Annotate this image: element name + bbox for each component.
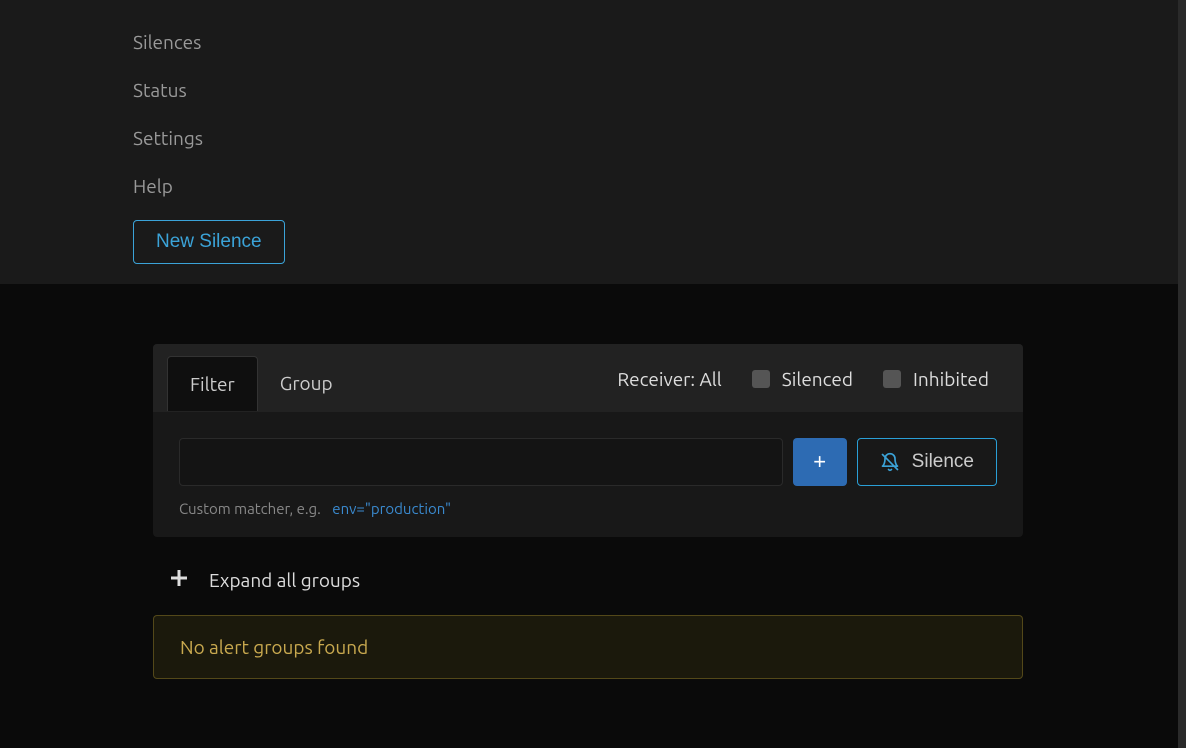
silenced-label: Silenced [782,368,853,390]
nav-status[interactable]: Status [133,66,1186,114]
new-silence-button[interactable]: New Silence [133,220,285,264]
matcher-hint: Custom matcher, e.g. env="production" [179,500,997,517]
receiver-label[interactable]: Receiver: All [617,368,721,390]
filter-panel: Filter Group Receiver: All Silenced Inhi… [153,344,1023,537]
nav-silences[interactable]: Silences [133,18,1186,66]
inhibited-label: Inhibited [913,368,989,390]
tab-bar: Filter Group Receiver: All Silenced Inhi… [153,344,1023,412]
main-content: Filter Group Receiver: All Silenced Inhi… [0,284,1186,679]
filter-body: + Silence Custom matcher, e.g. env="prod… [153,412,1023,537]
tab-filter[interactable]: Filter [167,356,258,411]
no-groups-alert: No alert groups found [153,615,1023,679]
scrollbar-track[interactable] [1178,0,1186,748]
expand-all-label: Expand all groups [209,569,360,591]
matcher-hint-example: env="production" [332,500,451,517]
matcher-input[interactable] [179,438,783,486]
nav-help[interactable]: Help [133,162,1186,210]
bell-off-icon [880,452,900,472]
inhibited-checkbox[interactable] [883,370,901,388]
add-matcher-button[interactable]: + [793,438,847,486]
expand-all-groups[interactable]: Expand all groups [153,537,1023,615]
silence-button[interactable]: Silence [857,438,997,486]
silenced-checkbox[interactable] [752,370,770,388]
silence-button-label: Silence [912,451,974,473]
plus-icon [171,570,187,590]
top-nav: Silences Status Settings Help New Silenc… [0,0,1186,284]
inhibited-checkbox-wrap[interactable]: Inhibited [883,368,989,390]
tab-group[interactable]: Group [258,356,355,411]
silenced-checkbox-wrap[interactable]: Silenced [752,368,853,390]
nav-settings[interactable]: Settings [133,114,1186,162]
